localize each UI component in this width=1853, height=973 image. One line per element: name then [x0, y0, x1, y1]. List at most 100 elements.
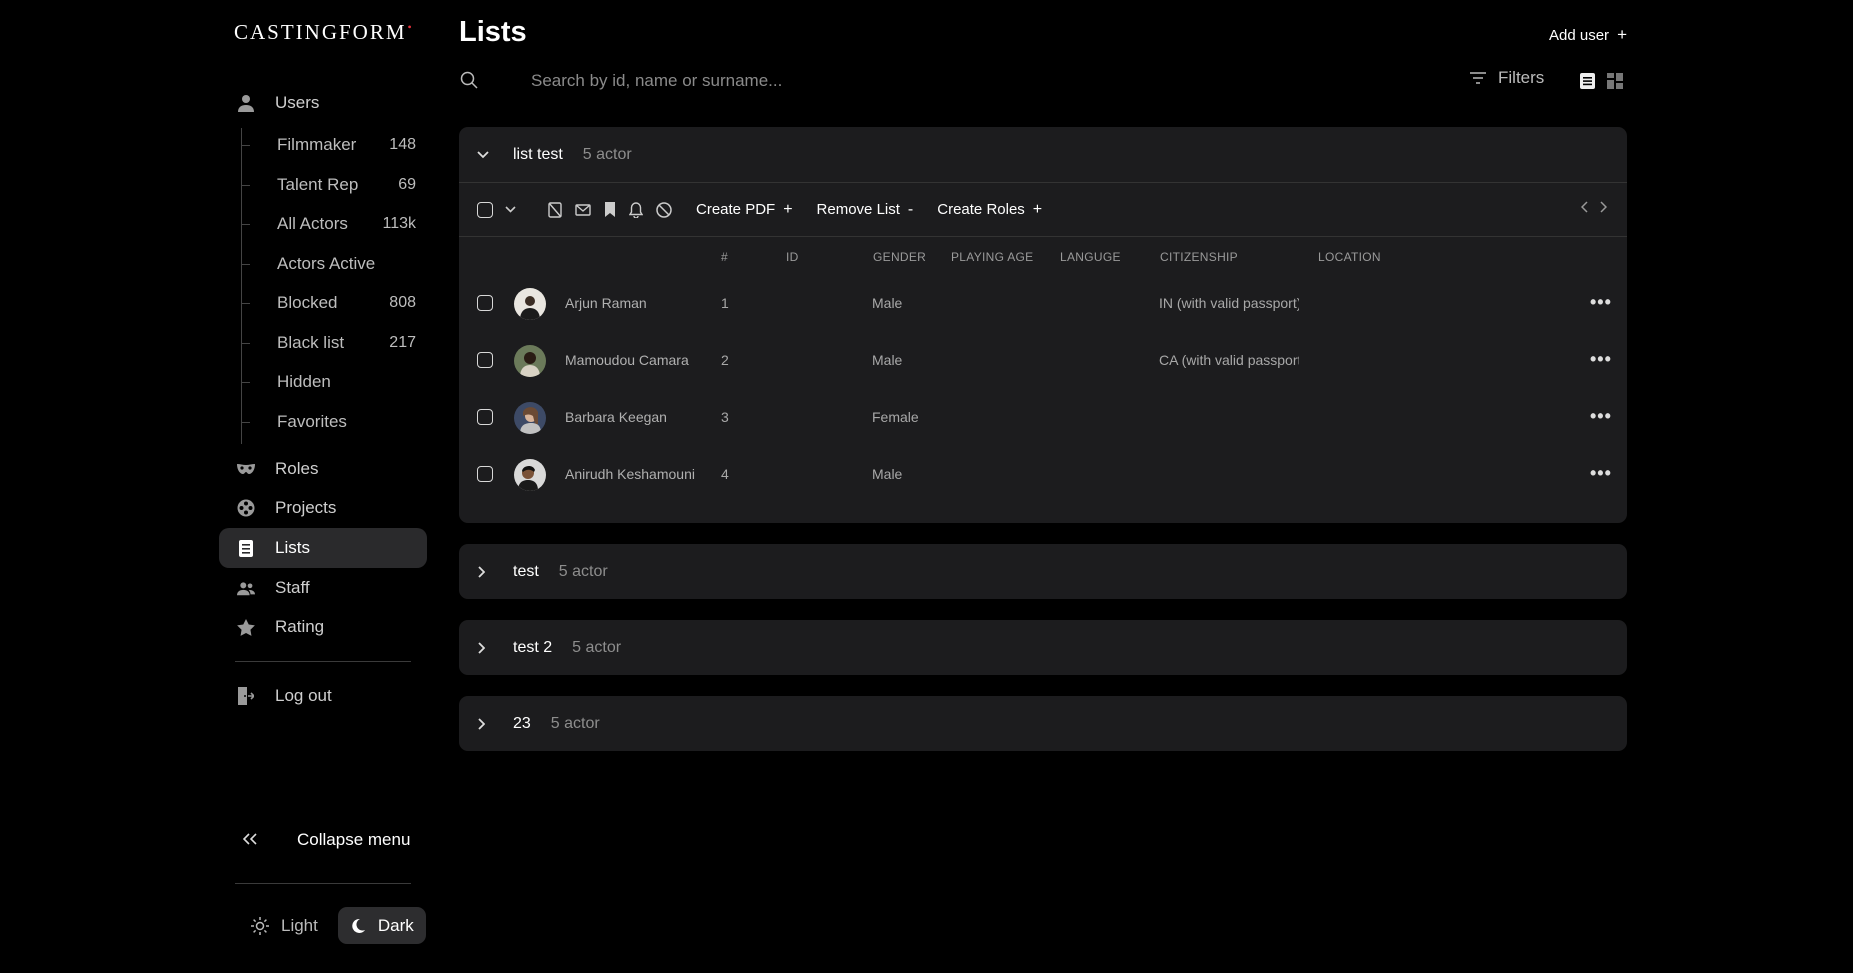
table-row[interactable]: Barbara Keegan 3 Female ••• [459, 389, 1627, 446]
row-name: Arjun Raman [565, 295, 647, 311]
table-row[interactable]: Arjun Raman 1 Male IN (with valid passpo… [459, 275, 1627, 332]
list-card-header[interactable]: 23 5 actor [459, 696, 1627, 751]
subitem-label: Hidden [277, 372, 331, 391]
sidebar-item-label: Lists [275, 538, 310, 557]
column-header-id: ID [786, 250, 799, 264]
sidebar-item-rating[interactable]: Rating [219, 607, 427, 647]
avatar[interactable] [514, 288, 546, 320]
more-options-icon[interactable]: ••• [1590, 463, 1612, 484]
select-all-checkbox[interactable] [477, 201, 493, 218]
row-gender: Male [872, 466, 903, 482]
list-name: 23 [513, 714, 531, 732]
more-options-icon[interactable]: ••• [1590, 292, 1612, 313]
row-citizenship: CA (with valid passport) [1159, 352, 1299, 368]
row-checkbox[interactable] [477, 352, 493, 368]
list-card-header[interactable]: test 5 actor [459, 544, 1627, 599]
pager [1581, 201, 1607, 213]
row-number: 4 [721, 466, 729, 482]
table-row[interactable]: Mamoudou Camara 2 Male CA (with valid pa… [459, 332, 1627, 389]
sidebar-subitem-hidden[interactable]: Hidden [242, 365, 428, 399]
sidebar-subitem-black-list[interactable]: Black list 217 [242, 326, 428, 360]
list-toolbar: Create PDF + Remove List - Create Roles + [459, 182, 1627, 237]
list-name: test [513, 562, 539, 580]
more-options-icon[interactable]: ••• [1590, 406, 1612, 427]
bell-icon[interactable] [629, 201, 643, 218]
logout-icon [237, 687, 255, 705]
sidebar-item-label: Roles [275, 459, 319, 478]
theme-dark-button[interactable]: Dark [337, 907, 426, 944]
list-card-collapsed: 23 5 actor [459, 696, 1627, 751]
sidebar-item-projects[interactable]: Projects [219, 488, 427, 528]
collapse-menu-button[interactable]: Collapse menu [242, 828, 410, 851]
sidebar-subitem-talent-rep[interactable]: Talent Rep 69 [242, 168, 428, 202]
chevron-down-icon[interactable] [505, 206, 516, 213]
add-user-button[interactable]: Add user + [1549, 25, 1627, 45]
sun-icon [251, 916, 269, 935]
sidebar-item-label: Users [275, 93, 320, 112]
sidebar-subitem-blocked[interactable]: Blocked 808 [242, 286, 428, 320]
avatar[interactable] [514, 345, 546, 377]
bookmark-icon[interactable] [604, 202, 616, 217]
sidebar-item-staff[interactable]: Staff [219, 568, 427, 608]
list-card-header[interactable]: list test 5 actor [459, 127, 1627, 182]
list-view-icon[interactable] [1580, 73, 1595, 94]
filters-button[interactable]: Filters [1470, 68, 1544, 88]
column-header-number: # [721, 250, 728, 264]
theme-light-button[interactable]: Light [239, 907, 330, 944]
sidebar-item-users[interactable]: Users [219, 83, 427, 123]
search-input[interactable] [531, 66, 1031, 96]
block-icon[interactable] [656, 201, 672, 218]
subitem-label: Favorites [277, 412, 347, 431]
remove-list-button[interactable]: Remove List - [817, 201, 914, 219]
avatar[interactable] [514, 459, 546, 491]
sidebar-subitem-all-actors[interactable]: All Actors 113k [242, 207, 428, 241]
list-name: test 2 [513, 638, 553, 656]
row-checkbox[interactable] [477, 466, 493, 482]
list-card-header[interactable]: test 2 5 actor [459, 620, 1627, 675]
subitem-label: Actors Active [277, 254, 376, 273]
grid-view-icon[interactable] [1607, 73, 1623, 94]
no-file-icon[interactable] [548, 201, 562, 218]
create-pdf-button[interactable]: Create PDF + [696, 201, 793, 219]
avatar[interactable] [514, 402, 546, 434]
list-name: list test [513, 145, 563, 163]
sidebar-item-roles[interactable]: Roles [219, 449, 427, 489]
subitem-count: 808 [389, 294, 416, 311]
chevron-right-icon[interactable] [1599, 201, 1607, 213]
sidebar-item-label: Log out [275, 686, 332, 705]
list-card-collapsed: test 5 actor [459, 544, 1627, 599]
logo[interactable]: CASTINGFORM• [234, 20, 414, 45]
create-roles-button[interactable]: Create Roles + [937, 201, 1042, 219]
minus-icon: - [907, 200, 914, 218]
theme-light-label: Light [281, 915, 318, 935]
create-roles-label: Create Roles [937, 201, 1025, 218]
sidebar-item-lists[interactable]: Lists [219, 528, 427, 568]
list-count: 5 actor [550, 714, 600, 732]
plus-icon: + [1032, 200, 1043, 218]
sidebar-subitem-actors-active[interactable]: Actors Active [242, 247, 428, 281]
subitem-count: 217 [389, 334, 416, 351]
document-list-icon [237, 539, 255, 557]
column-header-language: LANGUGE [1060, 250, 1121, 264]
mail-icon[interactable] [575, 203, 591, 216]
subitem-label: Black list [277, 333, 345, 352]
subitem-label: All Actors [277, 214, 348, 233]
plus-icon: + [783, 200, 793, 218]
row-gender: Female [872, 409, 919, 425]
sidebar-subitem-filmmaker[interactable]: Filmmaker 148 [242, 128, 428, 162]
row-checkbox[interactable] [477, 295, 493, 311]
sidebar-subitem-favorites[interactable]: Favorites [242, 405, 428, 439]
subitem-count: 69 [398, 176, 416, 193]
table-row[interactable]: Anirudh Keshamouni 4 Male ••• [459, 446, 1627, 503]
more-options-icon[interactable]: ••• [1590, 349, 1612, 370]
sidebar-item-label: Projects [275, 498, 337, 517]
list-count: 5 actor [572, 638, 622, 656]
row-gender: Male [872, 352, 903, 368]
row-checkbox[interactable] [477, 409, 493, 425]
list-card-expanded: list test 5 actor Create PDF + Remove Lis… [459, 127, 1627, 523]
chevron-left-icon[interactable] [1581, 201, 1589, 213]
sidebar-item-logout[interactable]: Log out [219, 676, 427, 716]
row-name: Barbara Keegan [565, 409, 667, 425]
row-number: 2 [721, 352, 729, 368]
staff-icon [237, 579, 255, 597]
